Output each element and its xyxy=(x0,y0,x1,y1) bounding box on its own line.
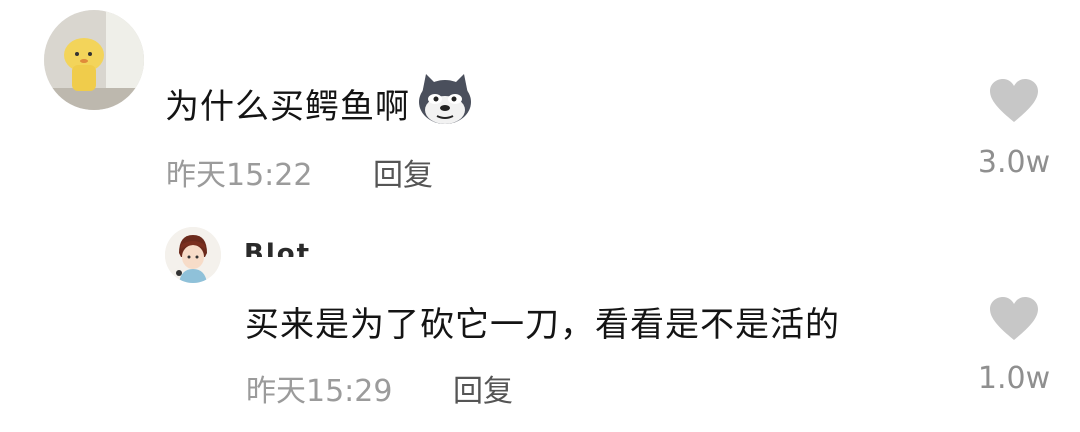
username[interactable]: Blot xyxy=(244,239,311,257)
like-count: 3.0w xyxy=(977,145,1051,180)
comment-text-content: 为什么买鳄鱼啊 xyxy=(165,86,410,127)
reply-button[interactable]: 回复 xyxy=(453,366,513,410)
comment-time: 昨天15:22 xyxy=(166,158,313,193)
comment-time: 昨天15:29 xyxy=(246,374,393,409)
heart-icon xyxy=(988,78,1040,124)
like-button[interactable] xyxy=(988,78,1040,124)
reply-button[interactable]: 回复 xyxy=(373,150,433,194)
avatar[interactable] xyxy=(44,10,144,110)
husky-dog-emoji-icon xyxy=(416,72,474,135)
like-button[interactable] xyxy=(988,296,1040,342)
comment-text: 为什么买鳄鱼啊 xyxy=(165,73,474,128)
heart-icon xyxy=(988,296,1040,342)
avatar[interactable] xyxy=(165,227,221,283)
comment-text: 买来是为了砍它一刀，看看是不是活的 xyxy=(245,305,840,345)
like-count: 1.0w xyxy=(977,361,1051,396)
